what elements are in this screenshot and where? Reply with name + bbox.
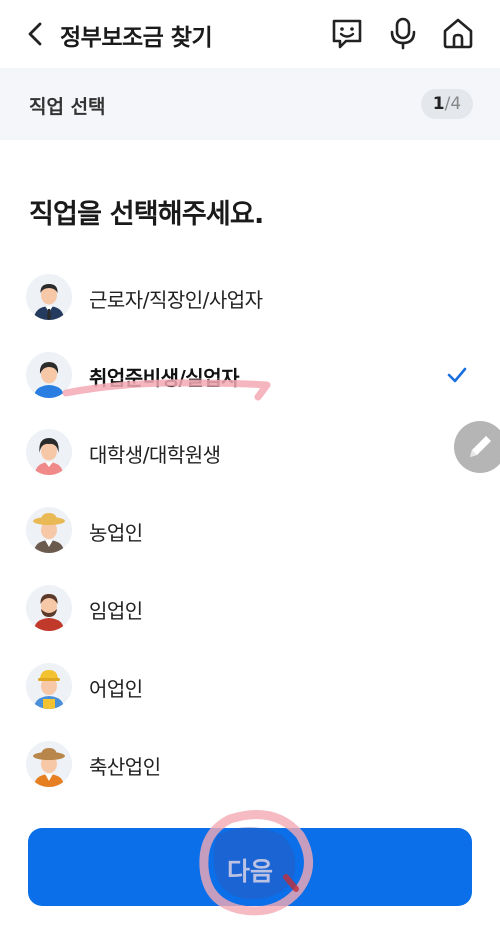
occupation-label: 임업인 [89, 599, 143, 623]
student-avatar-icon [26, 429, 72, 475]
step-indicator: 1/4 [421, 89, 473, 119]
microphone-icon[interactable] [386, 16, 420, 50]
pencil-icon [470, 436, 491, 457]
livestock-farmer-avatar-icon [26, 741, 72, 787]
occupation-item-student[interactable]: 대학생/대학원생 [0, 421, 500, 483]
step-title: 직업 선택 [29, 96, 106, 118]
occupation-item-farmer[interactable]: 농업인 [0, 499, 500, 561]
occupation-item-livestock[interactable]: 축산업인 [0, 733, 500, 795]
occupation-item-worker[interactable]: 근로자/직장인/사업자 [0, 266, 500, 328]
step-bar: 직업 선택 1/4 [0, 68, 500, 140]
step-current: 1 [432, 94, 445, 114]
occupation-label: 축산업인 [89, 755, 161, 779]
forester-avatar-icon [26, 585, 72, 631]
office-worker-avatar-icon [26, 274, 72, 320]
app-header: 정부보조금 찾기 [0, 0, 500, 68]
step-total: 4 [450, 94, 462, 114]
home-icon[interactable] [441, 16, 475, 50]
occupation-label: 대학생/대학원생 [89, 443, 221, 467]
question-heading: 직업을 선택해주세요. [29, 199, 264, 230]
occupation-label: 근로자/직장인/사업자 [89, 288, 263, 312]
farmer-avatar-icon [26, 507, 72, 553]
check-icon [447, 367, 467, 383]
occupation-item-fisher[interactable]: 어업인 [0, 655, 500, 717]
chat-smile-icon[interactable] [330, 16, 364, 50]
occupation-label: 농업인 [89, 521, 143, 545]
next-button[interactable]: 다음 [28, 828, 472, 906]
fisher-avatar-icon [26, 663, 72, 709]
highlight-scribble [62, 379, 271, 401]
page-title: 정부보조금 찾기 [60, 25, 213, 51]
occupation-label: 어업인 [89, 677, 143, 701]
edit-pencil-button[interactable] [454, 421, 500, 473]
chevron-left-icon[interactable] [22, 20, 50, 48]
occupation-item-forester[interactable]: 임업인 [0, 577, 500, 639]
next-button-label: 다음 [226, 857, 273, 886]
